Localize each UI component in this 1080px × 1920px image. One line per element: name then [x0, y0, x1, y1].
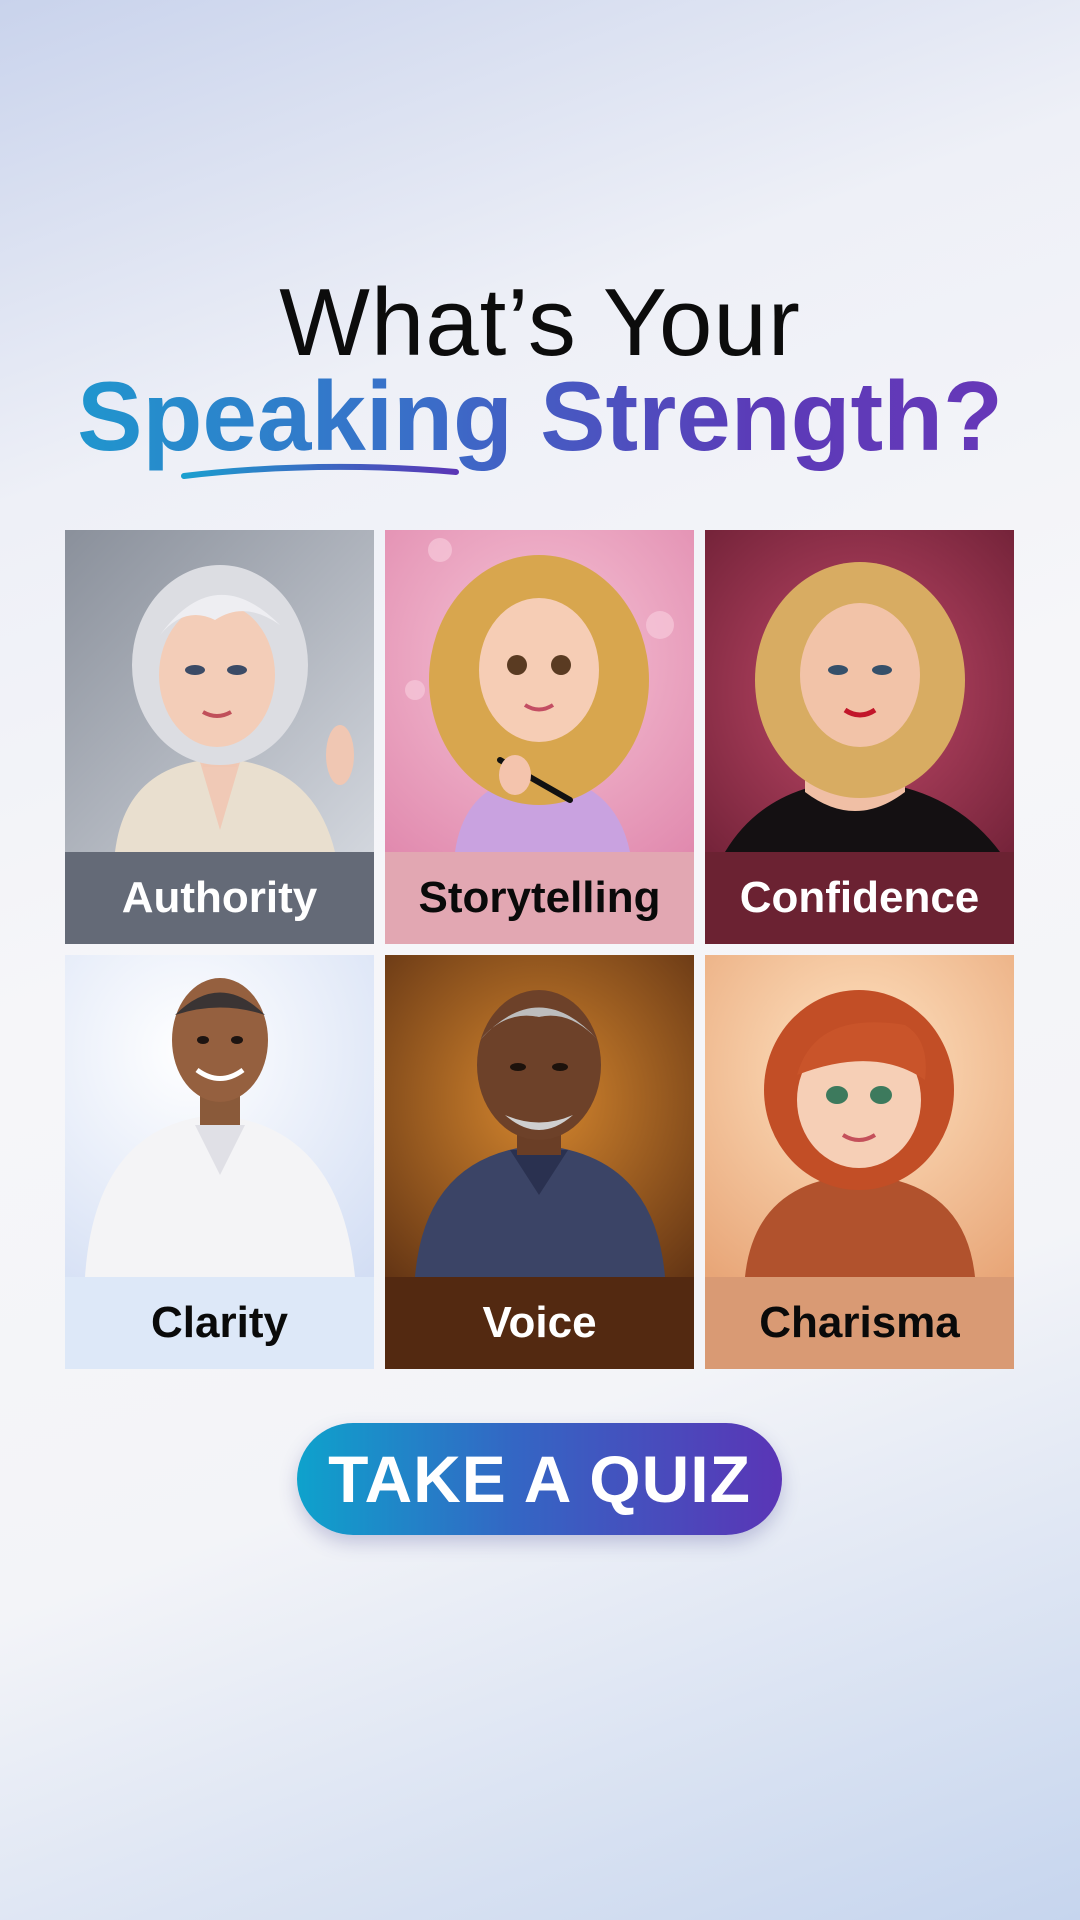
woman-blonde-black-dress-portrait: [705, 530, 1014, 852]
card-label: Storytelling: [385, 852, 694, 944]
card-label: Clarity: [65, 1277, 374, 1369]
headline-line-2: Speaking Strength?: [0, 360, 1080, 473]
woman-curly-blonde-pen-portrait: [385, 530, 694, 852]
card-label: Authority: [65, 852, 374, 944]
card-storytelling[interactable]: Storytelling: [385, 530, 694, 944]
card-label: Voice: [385, 1277, 694, 1369]
card-clarity[interactable]: Clarity: [65, 955, 374, 1369]
take-quiz-button[interactable]: TAKE A QUIZ: [297, 1423, 782, 1535]
card-label: Confidence: [705, 852, 1014, 944]
card-voice[interactable]: Voice: [385, 955, 694, 1369]
card-confidence[interactable]: Confidence: [705, 530, 1014, 944]
card-charisma[interactable]: Charisma: [705, 955, 1014, 1369]
older-man-blue-shirt-portrait: [385, 955, 694, 1277]
woman-red-hair-sweater-portrait: [705, 955, 1014, 1277]
card-authority[interactable]: Authority: [65, 530, 374, 944]
man-white-shirt-portrait: [65, 955, 374, 1277]
woman-silver-hair-portrait: [65, 530, 374, 852]
headline-underline: [181, 463, 459, 479]
card-label: Charisma: [705, 1277, 1014, 1369]
